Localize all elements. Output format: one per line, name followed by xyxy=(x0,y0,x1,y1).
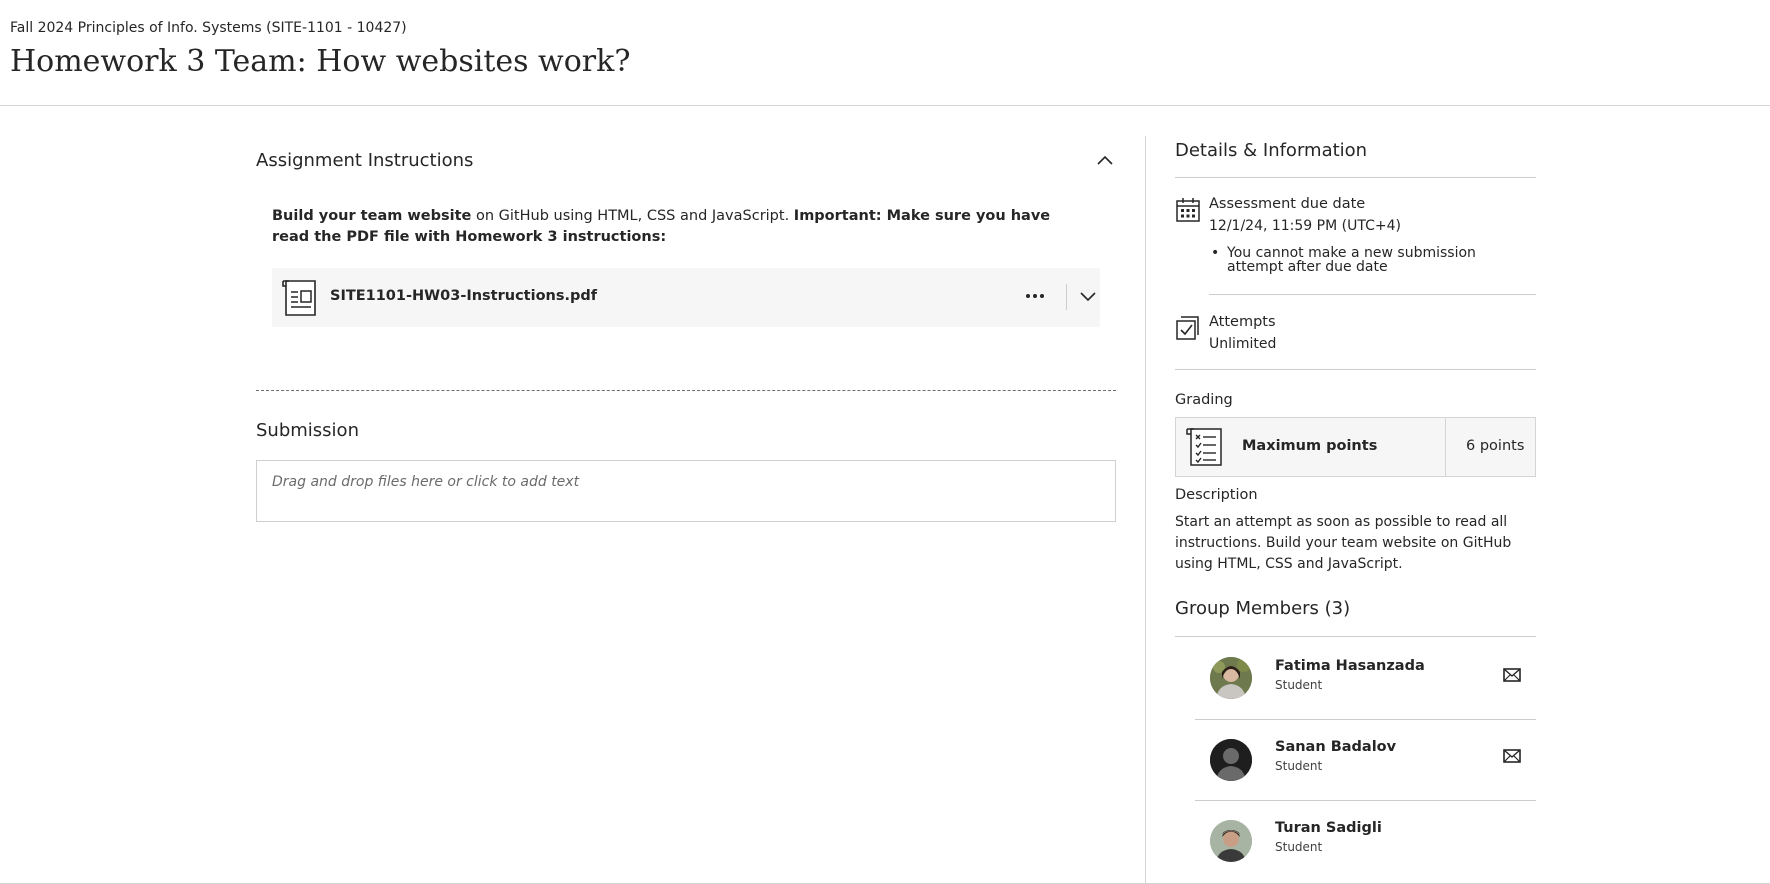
max-points-label: Maximum points xyxy=(1242,438,1378,454)
member-role: Student xyxy=(1275,840,1323,854)
instructions-header[interactable]: Assignment Instructions xyxy=(256,136,1116,186)
more-horizontal-icon[interactable] xyxy=(1024,285,1046,307)
attempts-value: Unlimited xyxy=(1209,336,1277,352)
section-divider xyxy=(256,390,1116,391)
chevron-up-icon[interactable] xyxy=(1094,150,1116,172)
attachment-file-name[interactable]: SITE1101-HW03-Instructions.pdf xyxy=(330,288,597,304)
attempts-label: Attempts xyxy=(1209,314,1276,330)
bullet-dot: • xyxy=(1211,245,1220,261)
member-name[interactable]: Sanan Badalov xyxy=(1275,739,1396,755)
max-points-value: 6 points xyxy=(1466,438,1525,454)
instructions-body: on GitHub using HTML, CSS and JavaScript… xyxy=(471,208,794,224)
avatar[interactable] xyxy=(1210,657,1252,699)
document-icon xyxy=(282,278,320,318)
avatar[interactable] xyxy=(1210,820,1252,862)
grading-divider xyxy=(1445,418,1446,476)
envelope-icon[interactable] xyxy=(1503,667,1521,682)
divider xyxy=(1175,369,1536,370)
breadcrumb[interactable]: Fall 2024 Principles of Info. Systems (S… xyxy=(10,20,407,36)
divider xyxy=(1209,294,1536,295)
main-content: Assignment Instructions Build your team … xyxy=(256,136,1116,522)
details-title: Details & Information xyxy=(1175,140,1368,161)
column-divider xyxy=(1145,136,1146,884)
chevron-down-icon[interactable] xyxy=(1078,285,1098,307)
instructions-title: Assignment Instructions xyxy=(256,150,474,171)
group-members-title: Group Members (3) xyxy=(1175,598,1351,619)
calendar-icon xyxy=(1175,197,1201,223)
divider xyxy=(1175,177,1536,178)
envelope-icon[interactable] xyxy=(1503,748,1521,763)
submission-placeholder: Drag and drop files here or click to add… xyxy=(272,474,580,490)
attempts-icon xyxy=(1175,315,1201,341)
submission-title: Submission xyxy=(256,420,359,441)
member-name[interactable]: Fatima Hasanzada xyxy=(1275,658,1425,674)
submission-dropzone[interactable]: Drag and drop files here or click to add… xyxy=(256,460,1116,522)
member-row: Sanan Badalov Student xyxy=(1195,719,1536,801)
page-title: Homework 3 Team: How websites work? xyxy=(10,44,631,79)
member-role: Student xyxy=(1275,759,1323,773)
due-date-value: 12/1/24, 11:59 PM (UTC+4) xyxy=(1209,218,1401,234)
member-row: Fatima Hasanzada Student xyxy=(1195,637,1536,720)
description-label: Description xyxy=(1175,487,1258,503)
instructions-text: Build your team website on GitHub using … xyxy=(272,206,1092,248)
description-text: Start an attempt as soon as possible to … xyxy=(1175,514,1512,572)
grading-label: Grading xyxy=(1175,392,1233,408)
member-role: Student xyxy=(1275,678,1323,692)
due-date-note: You cannot make a new submission attempt… xyxy=(1227,245,1476,275)
attachment-card[interactable]: SITE1101-HW03-Instructions.pdf xyxy=(272,268,1100,327)
instructions-bold-lead: Build your team website xyxy=(272,208,472,224)
avatar[interactable] xyxy=(1210,739,1252,781)
attachment-divider xyxy=(1066,284,1067,310)
member-row: Turan Sadigli Student xyxy=(1195,800,1536,882)
member-name[interactable]: Turan Sadigli xyxy=(1275,820,1382,836)
page-header: Fall 2024 Principles of Info. Systems (S… xyxy=(0,0,1770,106)
due-date-label: Assessment due date xyxy=(1209,196,1366,212)
grading-card: Maximum points 6 points xyxy=(1175,417,1536,477)
rubric-icon xyxy=(1186,426,1226,468)
